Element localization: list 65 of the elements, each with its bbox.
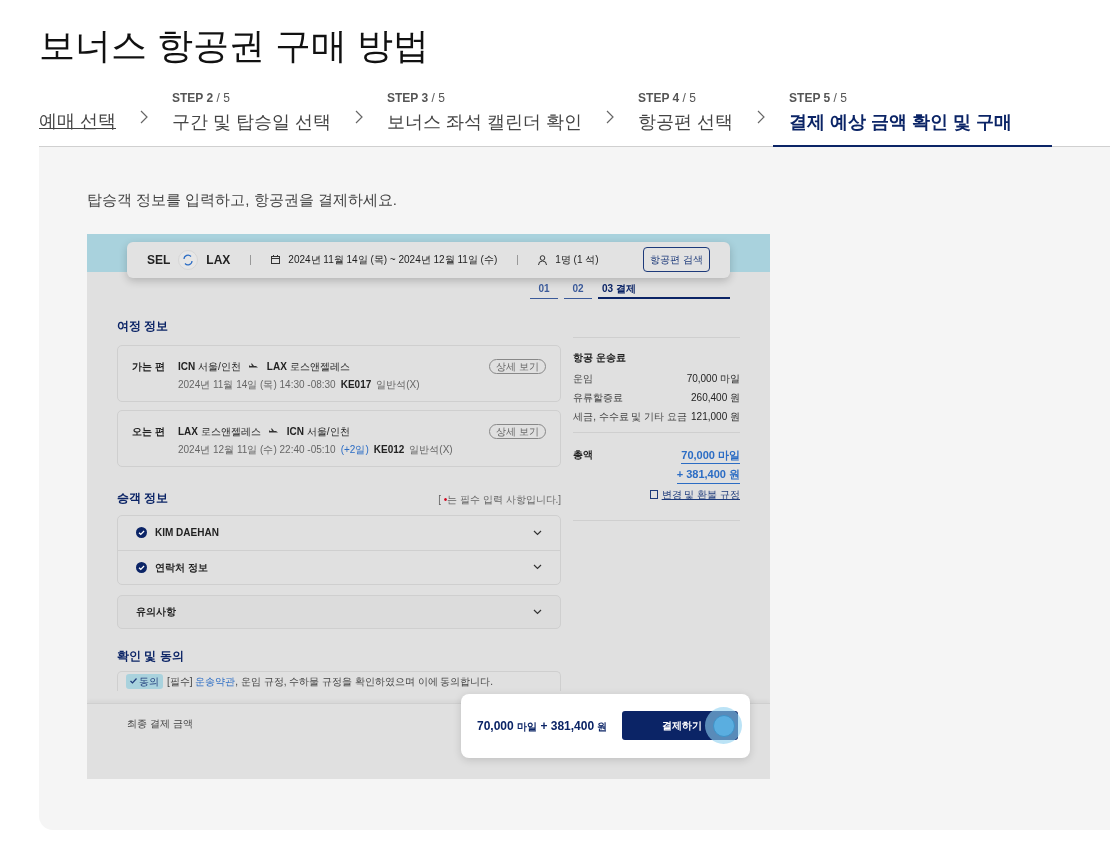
flight-search-button[interactable]: 항공편 검색 — [643, 247, 710, 272]
fare-value: 70,000 마일 — [686, 371, 740, 386]
day-offset: (+2일) — [340, 442, 369, 457]
chevron-right-icon — [140, 110, 148, 124]
refund-rules-link[interactable]: 변경 및 환불 규정 — [661, 486, 740, 502]
cabin-class: 일반석(X) — [409, 442, 453, 457]
accordion-item[interactable]: KIM DAEHAN — [118, 515, 561, 550]
chevron-right-icon — [606, 110, 615, 124]
section-title: 확인 및 동의 — [117, 647, 185, 665]
origin-airport: ICN 서울/인천 — [178, 359, 241, 374]
origin-code: SEL — [147, 251, 171, 269]
flight-times: 2024년 12월 11일 (수) 22:40 -05:10 — [178, 442, 336, 457]
chevron-right-icon — [355, 110, 364, 124]
fare-label: 운임 — [573, 371, 594, 386]
progress-step: 02 — [564, 280, 592, 299]
fare-value: 121,000 원 — [691, 409, 740, 424]
passenger-count: 1명 (1 석) — [555, 253, 599, 267]
fare-title: 항공 운송료 — [573, 350, 627, 365]
travel-dates: 2024년 11월 14일 (목) ~ 2024년 12월 11일 (수) — [288, 253, 498, 267]
agreement-text: [필수] 운송약관, 운임 규정, 수하물 규정을 확인하였으며 이에 동의합니다. — [167, 674, 494, 689]
chevron-down-icon — [533, 529, 543, 536]
calendar-icon — [271, 255, 281, 264]
flight-number: KE017 — [340, 377, 372, 392]
fare-label: 세금, 수수료 및 기타 요금 — [573, 409, 688, 424]
progress-step: 01 — [530, 280, 558, 299]
airplane-icon — [268, 428, 279, 434]
fare-label: 유류할증료 — [573, 390, 624, 405]
required-note: [ •는 필수 입력 사항입니다.] — [438, 492, 562, 507]
accordion-item[interactable]: 연락처 정보 — [118, 549, 561, 584]
step-tab[interactable]: STEP 4 / 5 항공편 선택 — [638, 90, 734, 147]
swap-icon — [178, 249, 199, 270]
origin-airport: LAX 로스앤젤레스 — [178, 424, 261, 439]
flight-times: 2024년 11월 14일 (목) 14:30 -08:30 — [178, 377, 336, 392]
cabin-class: 일반석(X) — [376, 377, 420, 392]
section-title: 여정 정보 — [117, 317, 170, 335]
direction-label: 오는 편 — [132, 424, 166, 439]
destination-airport: LAX 로스앤젤레스 — [266, 359, 350, 374]
total-label: 총액 — [573, 447, 594, 462]
check-icon — [130, 678, 137, 684]
notice-accordion[interactable]: 유의사항 — [117, 594, 562, 629]
total-won: + 381,400 원 — [676, 466, 740, 484]
total-miles: 70,000 마일 — [681, 446, 740, 464]
touch-indicator — [705, 707, 742, 744]
direction-label: 가는 편 — [132, 359, 166, 374]
progress-step: 03 결제 — [598, 280, 730, 299]
terms-link[interactable]: 운송약관 — [195, 675, 236, 687]
step-tab[interactable]: 예매 선택 — [39, 90, 116, 147]
instruction-text: 탑승객 정보를 입력하고, 항공권을 결제하세요. — [87, 190, 398, 210]
section-title: 승객 정보 — [117, 489, 169, 507]
step-tab[interactable]: STEP 3 / 5 보너스 좌석 캘린더 확인 — [387, 90, 583, 147]
fare-value: 260,400 원 — [691, 390, 740, 405]
chevron-right-icon — [757, 110, 766, 124]
page-title: 보너스 항공권 구매 방법 — [39, 24, 430, 68]
document-icon — [649, 489, 658, 499]
chevron-down-icon — [533, 564, 543, 570]
airplane-icon — [248, 363, 259, 369]
chevron-down-icon — [533, 608, 543, 615]
step-tab[interactable]: STEP 2 / 5 구간 및 탑승일 선택 — [172, 90, 332, 147]
flight-number: KE012 — [373, 442, 405, 457]
payment-total: 70,000 마일 + 381,400 원 — [477, 717, 608, 735]
person-icon — [538, 254, 548, 265]
agree-tag: 동의 — [126, 673, 163, 689]
destination-code: LAX — [206, 251, 231, 269]
final-amount-label: 최종 결제 금액 — [127, 716, 193, 731]
destination-airport: ICN 서울/인천 — [286, 424, 350, 439]
